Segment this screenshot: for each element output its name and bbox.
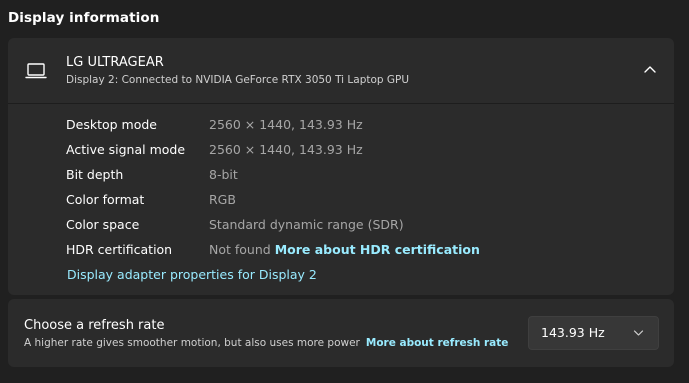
display-settings-page: Display information LG ULTRAGEAR Display… [0,0,689,383]
info-value: 2560 × 1440, 143.93 Hz [209,117,363,132]
info-label: Active signal mode [66,142,186,157]
display-adapter-properties-link[interactable]: Display adapter properties for Display 2 [67,267,317,282]
info-value: 2560 × 1440, 143.93 Hz [209,142,363,157]
refresh-rate-description: A higher rate gives smoother motion, but… [24,337,508,349]
display-name: LG ULTRAGEAR [66,55,164,70]
info-value: 8-bit [209,167,238,182]
refresh-rate-link[interactable]: More about refresh rate [366,337,509,349]
info-row-bit-depth: Bit depth 8-bit [66,164,666,189]
display-info-card: LG ULTRAGEAR Display 2: Connected to NVI… [8,38,674,295]
chevron-down-icon [633,330,644,336]
info-label: Color space [66,217,140,232]
info-row-hdr-certification: HDR certification Not found More about HD… [66,239,666,264]
laptop-icon [25,63,47,79]
refresh-rate-selected-value: 143.93 Hz [541,325,605,340]
refresh-rate-title: Choose a refresh rate [24,318,165,333]
info-label: Color format [66,192,145,207]
display-info-list: Desktop mode 2560 × 1440, 143.93 Hz Acti… [66,114,666,264]
info-row-color-space: Color space Standard dynamic range (SDR) [66,214,666,239]
info-value: Standard dynamic range (SDR) [209,217,404,232]
display-connection-info: Display 2: Connected to NVIDIA GeForce R… [66,74,410,86]
refresh-rate-card: Choose a refresh rate A higher rate give… [8,299,674,367]
info-label: Desktop mode [66,117,157,132]
section-title: Display information [8,10,160,26]
refresh-rate-dropdown[interactable]: 143.93 Hz [528,316,659,350]
info-label: Bit depth [66,167,124,182]
info-row-desktop-mode: Desktop mode 2560 × 1440, 143.93 Hz [66,114,666,139]
info-value-hdr: Not found More about HDR certification [209,242,480,257]
hdr-certification-link[interactable]: More about HDR certification [275,242,480,257]
chevron-up-icon[interactable] [643,64,657,74]
hdr-status: Not found [209,242,271,257]
display-card-header[interactable]: LG ULTRAGEAR Display 2: Connected to NVI… [8,38,674,104]
info-label: HDR certification [66,242,173,257]
refresh-rate-description-text: A higher rate gives smoother motion, but… [24,337,360,349]
info-row-color-format: Color format RGB [66,189,666,214]
info-value: RGB [209,192,236,207]
info-row-active-signal-mode: Active signal mode 2560 × 1440, 143.93 H… [66,139,666,164]
